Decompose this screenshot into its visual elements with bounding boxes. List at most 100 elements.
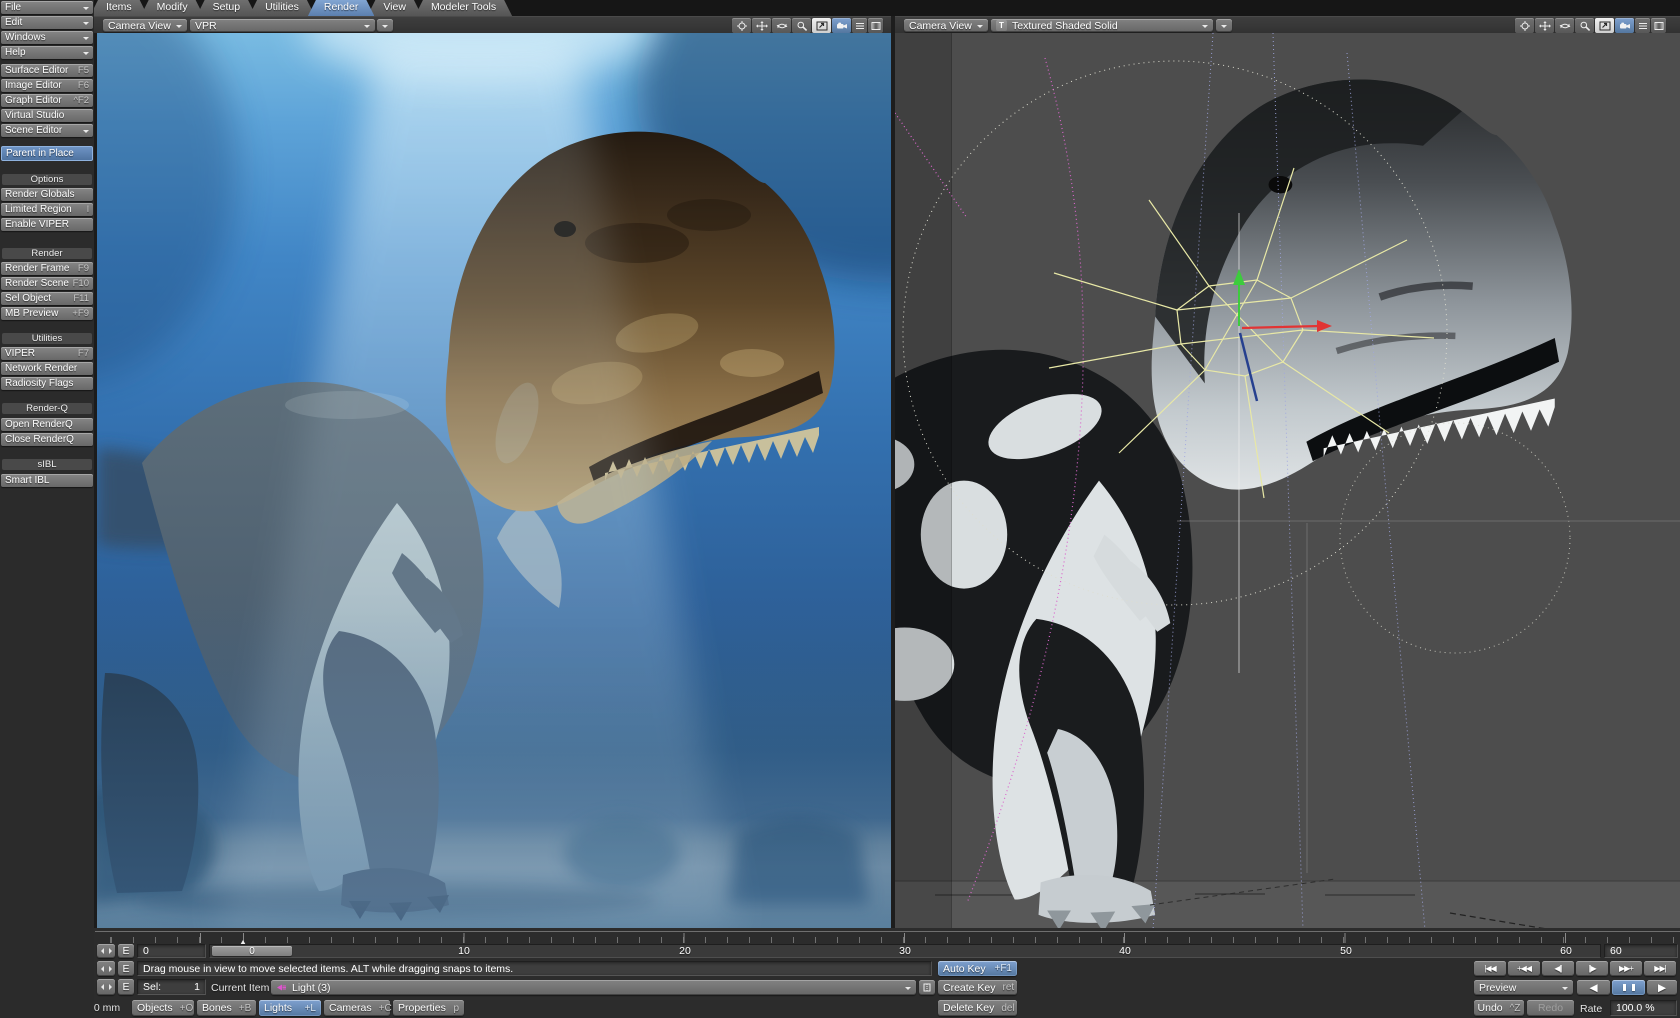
properties-button[interactable]: Propertiesp (393, 1000, 464, 1016)
left-render-mode-dropdown[interactable]: VPR (190, 19, 375, 32)
frame-slider-handle[interactable]: 0 (212, 946, 292, 956)
selection-count-field[interactable]: Sel:1 (137, 979, 206, 995)
right-view-mode-dropdown[interactable]: Camera View (904, 19, 988, 32)
tab-view[interactable]: View (367, 0, 422, 16)
tab-utilities[interactable]: Utilities (249, 0, 315, 16)
frame-range-icon[interactable] (868, 18, 883, 33)
chevron-down-icon (83, 22, 89, 28)
go-to-last-frame-button[interactable]: ▶▶| (1644, 961, 1676, 976)
network-render-button[interactable]: Network Render (1, 362, 93, 375)
menu-edit[interactable]: Edit (1, 16, 93, 29)
opengl-shaded-viewport[interactable] (895, 33, 1680, 930)
renderq-section-header: Render-Q (2, 403, 92, 414)
move-icon[interactable] (752, 18, 771, 33)
sibl-section-header: sIBL (2, 459, 92, 470)
tab-render[interactable]: Render (308, 0, 374, 16)
menu-help[interactable]: Help (1, 46, 93, 59)
tab-setup[interactable]: Setup (197, 0, 256, 16)
left-render-options-dropdown[interactable] (377, 19, 393, 32)
move-icon[interactable] (1535, 18, 1554, 33)
pan-icon[interactable] (732, 18, 751, 33)
chevron-down-icon (905, 987, 911, 993)
zoom-icon[interactable] (1575, 18, 1594, 33)
menu-windows[interactable]: Windows (1, 31, 93, 44)
render-section-header: Render (2, 248, 92, 259)
viewport-menu-icon[interactable] (852, 18, 867, 33)
tab-modeler-tools[interactable]: Modeler Tools (415, 0, 512, 16)
x-envelope-button[interactable]: E (118, 944, 134, 958)
chevron-down-icon (1562, 987, 1568, 993)
viewport-menu-icon[interactable] (1635, 18, 1650, 33)
z-envelope-button[interactable]: E (118, 979, 134, 995)
y-nudge-button[interactable] (97, 961, 115, 976)
rotate-icon[interactable] (1555, 18, 1574, 33)
camera-icon[interactable] (1615, 18, 1634, 33)
right-render-mode-dropdown[interactable]: TTextured Shaded Solid (991, 19, 1213, 32)
viewport-divider[interactable] (891, 16, 895, 930)
single-view-toggle-icon[interactable] (1595, 18, 1614, 33)
menu-file[interactable]: File (1, 1, 93, 14)
close-renderq-button[interactable]: Close RenderQ (1, 433, 93, 446)
single-view-toggle-icon[interactable] (812, 18, 831, 33)
virtual-studio-button[interactable]: Virtual Studio (1, 109, 93, 122)
vpr-render-viewport[interactable] (94, 33, 891, 930)
next-key-button[interactable]: ▶▶+ (1610, 961, 1642, 976)
viper-button[interactable]: VIPERF7 (1, 347, 93, 360)
chevron-down-icon (382, 25, 388, 31)
frame-range-icon[interactable] (1651, 18, 1666, 33)
sel-object-button[interactable]: Sel ObjectF11 (1, 292, 93, 305)
camera-icon[interactable] (832, 18, 851, 33)
x-nudge-button[interactable] (97, 944, 115, 958)
render-globals-button[interactable]: Render Globals (1, 188, 93, 201)
undo-button[interactable]: Undo^Z (1474, 1000, 1524, 1016)
bones-mode-button[interactable]: Bones+B (197, 1000, 256, 1016)
preview-dropdown[interactable]: Preview (1474, 980, 1573, 995)
tab-modify[interactable]: Modify (141, 0, 204, 16)
render-frame-button[interactable]: Render FrameF9 (1, 262, 93, 275)
smart-ibl-button[interactable]: Smart IBL (1, 474, 93, 487)
render-scene-button[interactable]: Render SceneF10 (1, 277, 93, 290)
auto-key-button[interactable]: Auto Key+F1 (938, 961, 1017, 976)
frame-slider-track[interactable]: 0 10 20 30 40 50 60 (209, 944, 1601, 958)
previous-key-button[interactable]: +◀◀ (1508, 961, 1540, 976)
right-render-options-dropdown[interactable] (1216, 19, 1232, 32)
graph-editor-button[interactable]: Graph Editor^F2 (1, 94, 93, 107)
cameras-mode-button[interactable]: Cameras+C (324, 1000, 390, 1016)
redo-button[interactable]: Redo (1527, 1000, 1574, 1016)
z-nudge-button[interactable] (97, 979, 115, 995)
dope-track-toggle[interactable] (919, 980, 935, 995)
objects-mode-button[interactable]: Objects+O (132, 1000, 194, 1016)
zoom-icon[interactable] (792, 18, 811, 33)
rotate-icon[interactable] (772, 18, 791, 33)
surface-editor-button[interactable]: Surface EditorF5 (1, 64, 93, 77)
delete-key-button[interactable]: Delete Keydel (938, 1000, 1017, 1016)
last-frame-field[interactable]: 60 (1604, 944, 1678, 958)
pan-icon[interactable] (1515, 18, 1534, 33)
options-section-header: Options (2, 174, 92, 185)
mb-preview-button[interactable]: MB Preview+F9 (1, 307, 93, 320)
step-back-button[interactable]: ◀|| (1542, 961, 1574, 976)
chevron-down-icon (83, 52, 89, 58)
go-to-first-frame-button[interactable]: |◀◀ (1474, 961, 1506, 976)
open-renderq-button[interactable]: Open RenderQ (1, 418, 93, 431)
right-viewport-header: Camera View TTextured Shaded Solid (895, 16, 1680, 33)
play-reverse-button[interactable]: ◀ (1577, 980, 1610, 995)
y-envelope-button[interactable]: E (118, 961, 134, 976)
scene-editor-button[interactable]: Scene Editor (1, 124, 93, 137)
parent-in-place-button[interactable]: Parent in Place (1, 146, 93, 161)
image-editor-button[interactable]: Image EditorF6 (1, 79, 93, 92)
enable-viper-button[interactable]: Enable VIPER (1, 218, 93, 231)
tab-items[interactable]: Items (90, 0, 148, 16)
step-forward-button[interactable]: ||▶ (1576, 961, 1608, 976)
current-item-dropdown[interactable]: Light (3) (271, 980, 916, 995)
limited-region-button[interactable]: Limited Regionl (1, 203, 93, 216)
timeline-ruler[interactable] (95, 931, 1680, 943)
play-forward-button[interactable]: ▶ (1647, 980, 1677, 995)
radiosity-flags-button[interactable]: Radiosity Flags (1, 377, 93, 390)
left-view-mode-dropdown[interactable]: Camera View (103, 19, 187, 32)
rate-field[interactable]: 100.0 % (1610, 1000, 1677, 1016)
create-key-button[interactable]: Create Keyret (938, 980, 1017, 995)
lights-mode-button[interactable]: Lights+L (259, 1000, 321, 1016)
pause-button[interactable] (1612, 980, 1645, 995)
frame-input[interactable]: 0 (137, 944, 206, 958)
